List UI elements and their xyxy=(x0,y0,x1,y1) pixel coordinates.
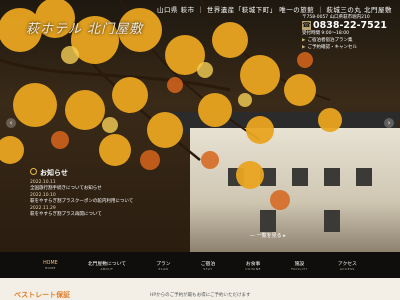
best-rate-subtitle: HPからのご予約が最もお得にご予約いただけます xyxy=(150,293,251,298)
phone-number[interactable]: ☎ 0838-22-7521 xyxy=(302,21,396,30)
reservation-check-link[interactable]: ▶ ご予約確認・キャンセル xyxy=(302,44,396,51)
nav-facility[interactable]: 施設 FACILITY xyxy=(291,260,308,271)
nav-home[interactable]: HOME HOME xyxy=(43,261,58,270)
best-rate-title: ベストレート保証 xyxy=(14,291,71,299)
main-nav: HOME HOME 北門屋敷について ABOUT プラン PLAN ご宿泊 STAY お… xyxy=(0,252,400,278)
contact-block: 〒758-0057 山口県萩市堀内210 ☎ 0838-22-7521 受付時間 … xyxy=(302,14,396,51)
nav-stay[interactable]: ご宿泊 STAY xyxy=(201,260,215,271)
site-tagline: 山口県 萩市 ｜ 世界遺産「萩城下町」 唯一の旅館 ｜ 萩城三の丸 北門屋敷 xyxy=(157,6,392,14)
best-rate-banner: ベストレート保証 HPからのご予約が最もお得にご予約いただけます xyxy=(0,278,400,300)
hero-slideshow: 萩ホテル 北门屋敷 山口県 萩市 ｜ 世界遺産「萩城下町」 唯一の旅館 ｜ 萩城… xyxy=(0,0,400,252)
hours-text: 受付時間 9:00～18:00 xyxy=(302,31,350,36)
nav-cuisine[interactable]: お食事 CUISINE xyxy=(245,260,261,271)
nav-access[interactable]: アクセス ACCESS xyxy=(338,260,357,271)
plan-link[interactable]: ▶ ご宿泊者宿泊プラン集 xyxy=(302,37,396,44)
nav-about[interactable]: 北門屋敷について ABOUT xyxy=(88,260,126,271)
header-info: 山口県 萩市 ｜ 世界遺産「萩城下町」 唯一の旅館 ｜ 萩城三の丸 北門屋敷 xyxy=(157,4,392,14)
arrow-icon: ▶ xyxy=(302,38,306,43)
slide-prev-button[interactable]: ‹ xyxy=(6,118,16,128)
news-item[interactable]: 2022.11.29 萩をやすらぎ割プラス再開について xyxy=(30,206,150,217)
slide-next-button[interactable]: › xyxy=(384,118,394,128)
phone-icon: ☎ xyxy=(302,21,311,30)
news-section: お知らせ 2022.10.11 全国旅行割手続きについてお知らせ 2022.10… xyxy=(30,168,150,217)
nav-plan[interactable]: プラン PLAN xyxy=(156,260,170,271)
news-list-link[interactable]: — 一覧を見る ▸ xyxy=(250,232,286,239)
arrow-icon: ▶ xyxy=(302,45,306,50)
news-heading: お知らせ xyxy=(30,168,150,178)
site-logo[interactable]: 萩ホテル 北门屋敷 xyxy=(26,18,143,37)
news-item[interactable]: 2022.10.10 萩をやすらぎ割プラスクーポンの館内利用について xyxy=(30,193,150,204)
bullet-icon xyxy=(30,168,37,175)
news-item[interactable]: 2022.10.11 全国旅行割手続きについてお知らせ xyxy=(30,180,150,191)
